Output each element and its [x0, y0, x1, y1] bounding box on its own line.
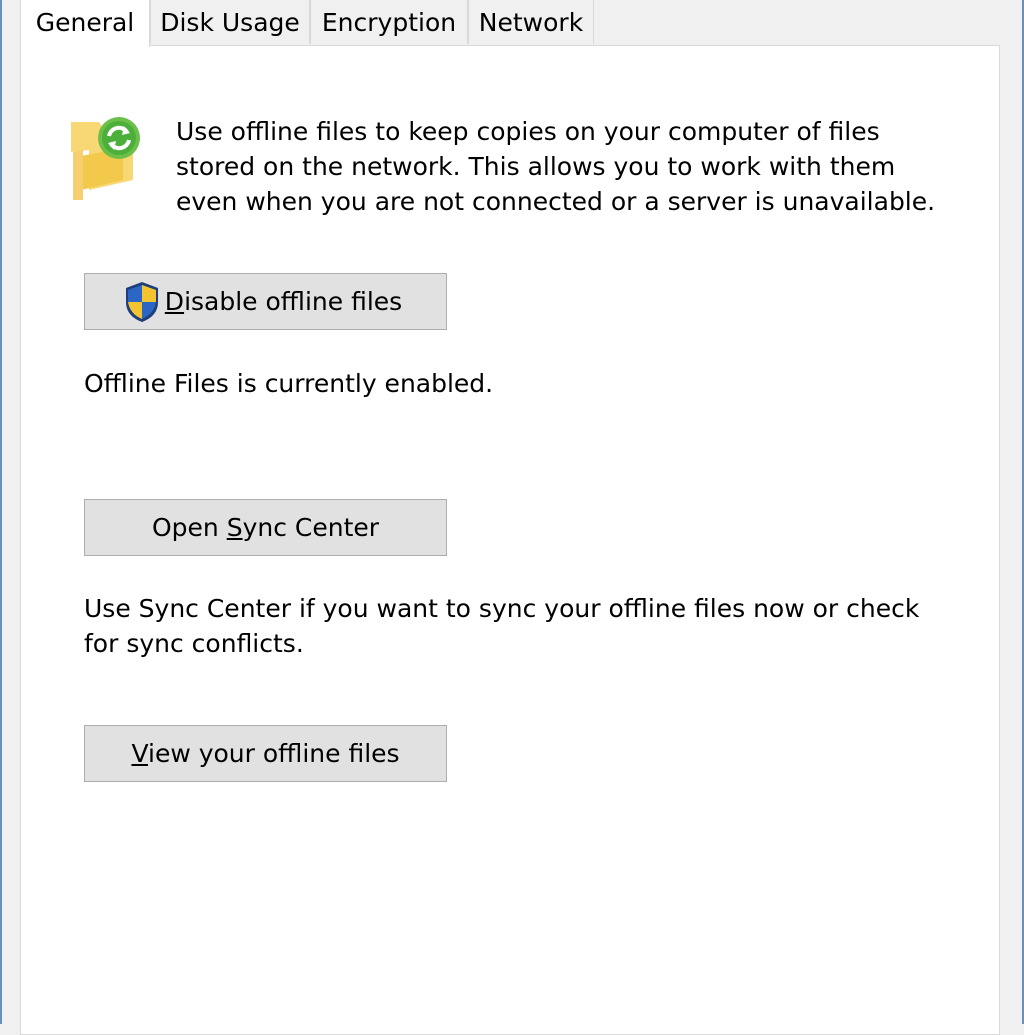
tab-encryption[interactable]: Encryption [310, 0, 468, 44]
tab-strip: General Disk Usage Encryption Network [20, 0, 1000, 47]
sync-center-description: Use Sync Center if you want to sync your… [84, 594, 920, 658]
tab-general[interactable]: General [20, 0, 150, 47]
intro-description: Use offline files to keep copies on your… [176, 117, 936, 216]
view-offline-files-button[interactable]: View your offline files [84, 725, 447, 782]
open-sync-center-button[interactable]: Open Sync Center [84, 499, 447, 556]
uac-shield-icon [125, 281, 158, 322]
general-tab-panel: Use offline files to keep copies on your… [20, 45, 1000, 1035]
sync-button-mnemonic: S [226, 513, 243, 542]
disable-offline-files-button[interactable]: Disable offline files [84, 273, 447, 330]
tab-disk-usage[interactable]: Disk Usage [150, 0, 310, 44]
sync-button-label-start: Open [151, 513, 227, 542]
view-button-mnemonic: V [131, 739, 148, 768]
disable-button-label: isable offline files [184, 287, 403, 316]
view-button-label: iew your offline files [148, 739, 400, 768]
offline-status-text: Offline Files is currently enabled. [84, 369, 494, 398]
offline-folder-sync-icon [71, 117, 140, 200]
disable-button-mnemonic: D [164, 287, 185, 316]
offline-files-dialog: General Disk Usage Encryption Network Us… [0, 0, 1024, 1035]
window-border-left [0, 0, 2, 1024]
tab-network[interactable]: Network [468, 0, 594, 44]
sync-button-label-end: ync Center [242, 513, 380, 542]
